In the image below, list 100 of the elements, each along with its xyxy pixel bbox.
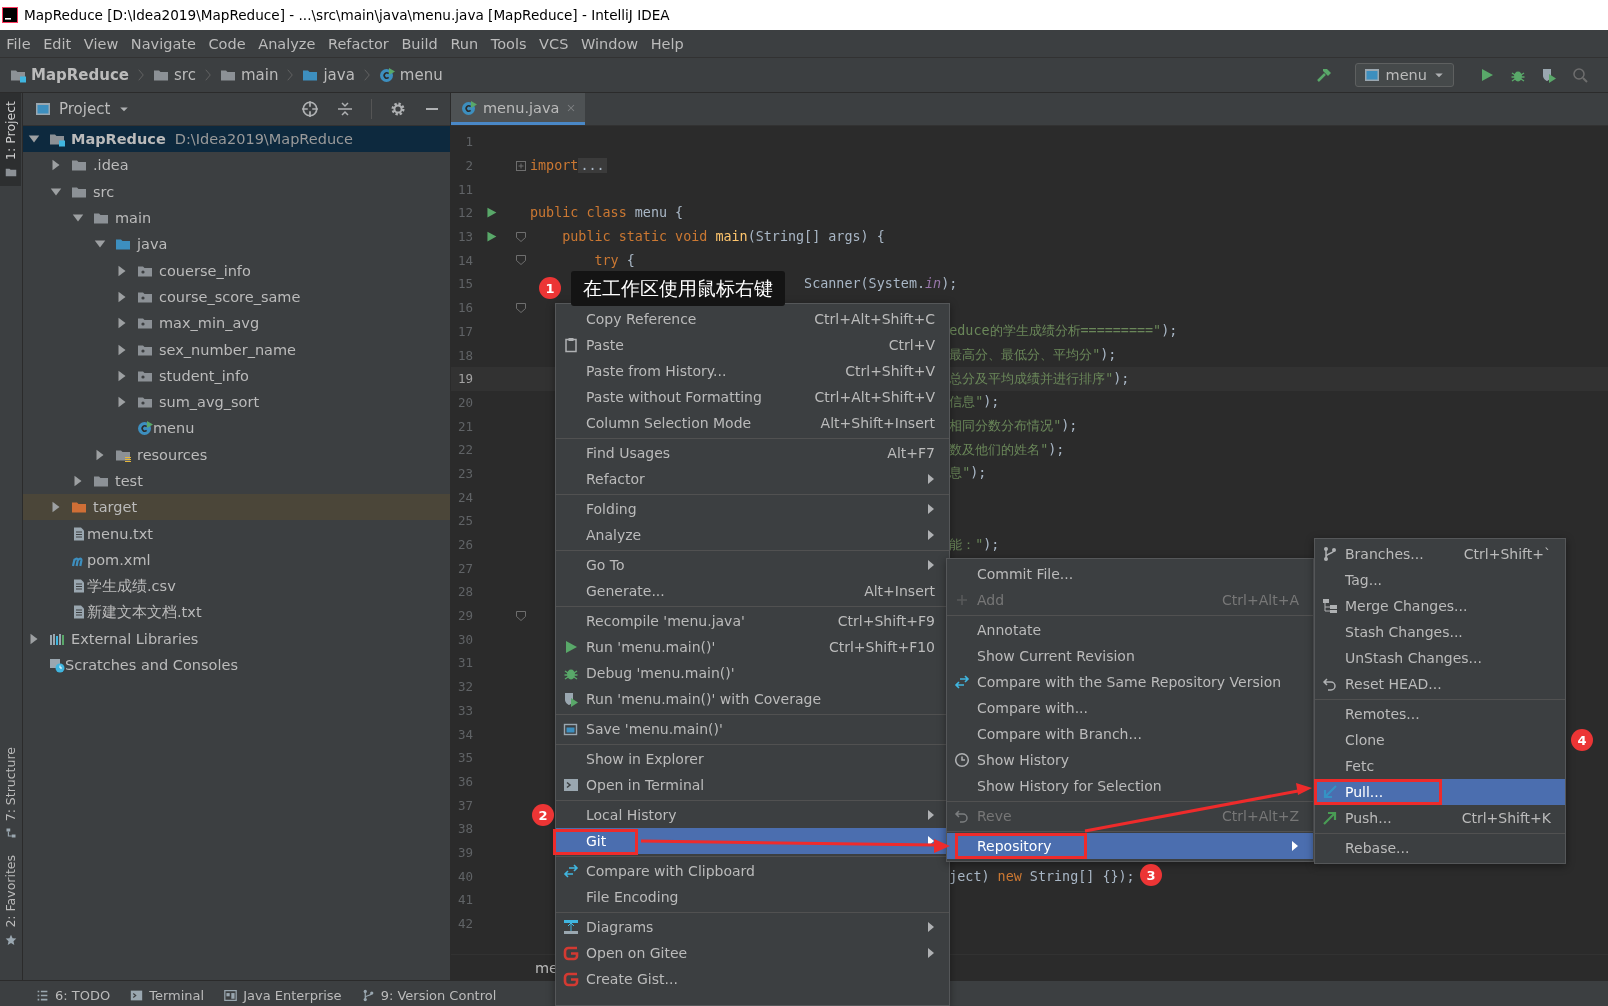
tree-item[interactable]: resources <box>23 441 450 468</box>
popup-item[interactable]: Push... Ctrl+Shift+K <box>1315 805 1565 831</box>
menubar-item[interactable]: Run <box>444 35 485 52</box>
popup-item[interactable]: Find Usages Alt+F7 <box>556 440 949 466</box>
tree-item[interactable]: src <box>23 178 450 205</box>
tree-item[interactable]: target <box>23 494 450 521</box>
menubar-item[interactable]: File <box>0 35 37 52</box>
popup-item[interactable]: Paste without Formatting Ctrl+Alt+Shift+V <box>556 384 949 410</box>
menubar-item[interactable]: Analyze <box>251 35 322 52</box>
popup-item[interactable]: Open in Terminal <box>556 772 949 798</box>
menubar-item[interactable]: VCS <box>532 35 575 52</box>
popup-item[interactable]: Compare with... <box>947 695 1313 721</box>
popup-item[interactable]: Merge Changes... <box>1315 593 1565 619</box>
fold-marker-icon[interactable] <box>515 254 527 267</box>
menubar-item[interactable]: Help <box>644 35 691 52</box>
popup-item[interactable]: Local History <box>556 802 949 828</box>
tree-item[interactable]: menu.txt <box>23 520 450 547</box>
fold-marker-icon[interactable] <box>515 230 527 243</box>
popup-item[interactable]: Refactor <box>556 466 949 492</box>
popup-item[interactable]: Rebase... <box>1315 835 1565 861</box>
tool-window-button[interactable]: 6: TODO <box>30 988 125 1003</box>
tree-item[interactable]: java <box>23 231 450 258</box>
menubar-item[interactable]: Build <box>395 35 445 52</box>
editor-tab[interactable]: menu.java <box>451 93 586 125</box>
popup-item[interactable]: Fetc <box>1315 753 1565 779</box>
menubar-item[interactable]: Refactor <box>321 35 396 52</box>
breadcrumb-item[interactable]: java <box>300 66 357 84</box>
popup-item[interactable]: Compare with Branch... <box>947 721 1313 747</box>
breadcrumb-item[interactable]: main <box>217 66 281 84</box>
coverage-icon[interactable] <box>1541 67 1557 83</box>
tree-item[interactable]: 学生成绩.csv <box>23 573 450 600</box>
breadcrumb-item[interactable]: menu <box>376 66 445 84</box>
popup-item[interactable]: Run 'menu.main()' with Coverage <box>556 686 949 712</box>
run-config-dropdown[interactable]: menu <box>1354 63 1454 87</box>
popup-item[interactable]: Branches... Ctrl+Shift+` <box>1315 541 1565 567</box>
locate-icon[interactable] <box>301 100 319 118</box>
popup-item[interactable]: Save 'menu.main()' <box>556 716 949 742</box>
popup-item[interactable]: Annotate <box>947 617 1313 643</box>
popup-item[interactable]: Show History <box>947 747 1313 773</box>
popup-item[interactable]: Reset HEAD... <box>1315 671 1565 697</box>
tree-item[interactable]: .idea <box>23 152 450 179</box>
tool-window-button[interactable]: Terminal <box>124 988 219 1003</box>
popup-item[interactable]: File Encoding <box>556 884 949 910</box>
tool-window-tab[interactable]: 2: Favorites <box>0 847 21 954</box>
tree-item[interactable]: couerse_info <box>23 257 450 284</box>
tool-window-tab[interactable]: 1: Project <box>0 93 21 186</box>
menubar-item[interactable]: Window <box>574 35 645 52</box>
fold-marker-icon[interactable] <box>515 159 527 172</box>
menubar-item[interactable]: Tools <box>484 35 533 52</box>
fold-marker-icon[interactable] <box>515 301 527 314</box>
popup-item[interactable]: Compare with the Same Repository Version <box>947 669 1313 695</box>
breadcrumb-item[interactable]: MapReduce <box>8 66 131 84</box>
tree-item[interactable]: External Libraries <box>23 625 450 652</box>
popup-item[interactable]: Paste Ctrl+V <box>556 332 949 358</box>
popup-item[interactable]: Show Current Revision <box>947 643 1313 669</box>
popup-item[interactable]: Copy Reference Ctrl+Alt+Shift+C <box>556 306 949 332</box>
popup-item[interactable]: Repository <box>947 833 1313 859</box>
popup-item[interactable]: UnStash Changes... <box>1315 645 1565 671</box>
popup-item[interactable]: Stash Changes... <box>1315 619 1565 645</box>
tree-item[interactable]: max_min_avg <box>23 310 450 337</box>
popup-item[interactable]: Run 'menu.main()' Ctrl+Shift+F10 <box>556 634 949 660</box>
popup-item[interactable]: Recompile 'menu.java' Ctrl+Shift+F9 <box>556 608 949 634</box>
popup-item[interactable]: Analyze <box>556 522 949 548</box>
menubar-item[interactable]: Navigate <box>124 35 203 52</box>
menubar-item[interactable]: View <box>77 35 125 52</box>
tree-item[interactable]: pom.xml <box>23 546 450 574</box>
tree-item[interactable]: menu <box>23 415 450 442</box>
popup-item[interactable]: Show History for Selection <box>947 773 1313 799</box>
profile-icon[interactable] <box>1572 67 1588 83</box>
run-icon[interactable] <box>484 206 498 220</box>
run-icon[interactable] <box>484 230 498 244</box>
tree-item[interactable]: sum_avg_sort <box>23 388 450 416</box>
tree-item[interactable]: student_info <box>23 362 450 389</box>
settings-icon[interactable] <box>390 101 406 117</box>
popup-item[interactable]: Create Gist... <box>556 966 949 992</box>
hammer-icon[interactable] <box>1315 67 1332 83</box>
fold-marker-icon[interactable] <box>515 609 527 622</box>
popup-item[interactable]: Generate... Alt+Insert <box>556 578 949 604</box>
tree-item[interactable]: course_score_same <box>23 283 450 311</box>
popup-item[interactable]: Commit File... <box>947 561 1313 587</box>
tree-item[interactable]: Scratches and Consoles <box>23 651 450 679</box>
tree-item[interactable]: sex_number_name <box>23 336 450 363</box>
tool-window-tab[interactable]: 7: Structure <box>0 739 21 848</box>
popup-item[interactable]: Remotes... <box>1315 701 1565 727</box>
popup-item[interactable]: Clone <box>1315 727 1565 753</box>
popup-item[interactable]: Open on Gitee <box>556 940 949 966</box>
collapse-all-icon[interactable] <box>337 101 353 117</box>
breadcrumb-item[interactable]: src <box>151 66 198 84</box>
tree-item[interactable]: MapReduce D:\Idea2019\MapReduce <box>23 126 450 153</box>
popup-item[interactable]: Diagrams <box>556 914 949 940</box>
tree-item[interactable]: 新建文本文档.txt <box>23 599 450 626</box>
popup-item[interactable]: Folding <box>556 496 949 522</box>
run-icon[interactable] <box>1479 67 1495 83</box>
popup-item[interactable]: Column Selection Mode Alt+Shift+Insert <box>556 410 949 436</box>
tool-window-button[interactable]: 9: Version Control <box>355 988 511 1003</box>
tree-item[interactable]: test <box>23 467 450 495</box>
popup-item[interactable]: Tag... <box>1315 567 1565 593</box>
menubar-item[interactable]: Edit <box>36 35 78 52</box>
tree-item[interactable]: main <box>23 204 450 232</box>
popup-item[interactable]: Go To <box>556 552 949 578</box>
